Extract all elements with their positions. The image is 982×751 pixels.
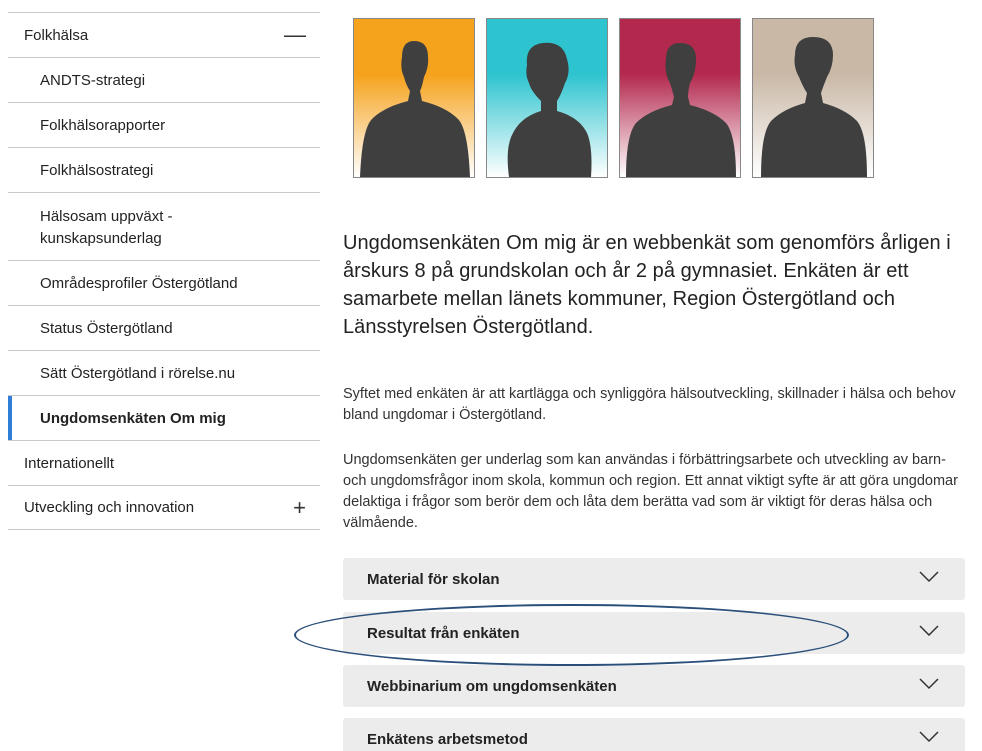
- sidebar-item-label: Områdesprofiler Östergötland: [40, 274, 238, 292]
- person-silhouette-icon: [360, 41, 470, 177]
- sidebar-item-label: Utveckling och innovation: [24, 499, 195, 516]
- accordion-resultat-fran-enkaten[interactable]: Resultat från enkäten: [343, 612, 965, 654]
- sidebar-item-label: Ungdomsenkäten Om mig: [40, 409, 226, 427]
- accordion-label: Resultat från enkäten: [367, 624, 520, 642]
- portrait-image: [619, 18, 741, 178]
- sidebar-item-label: Status Östergötland: [40, 319, 173, 337]
- sidebar-item-status-ostergotland[interactable]: Status Östergötland: [8, 305, 320, 350]
- sidebar-item-folkhalsa[interactable]: Folkhälsa —: [8, 12, 320, 57]
- sidebar-item-folkhalsorapporter[interactable]: Folkhälsorapporter: [8, 102, 320, 147]
- accordion-label: Material för skolan: [367, 570, 500, 588]
- expand-icon[interactable]: +: [293, 496, 306, 519]
- accordion-enkatens-arbetsmetod[interactable]: Enkätens arbetsmetod: [343, 718, 965, 751]
- portrait-image: [353, 18, 475, 178]
- sidebar-item-ungdomsenkaten[interactable]: Ungdomsenkäten Om mig: [8, 395, 320, 440]
- sidebar-item-label: ANDTS-strategi: [40, 71, 146, 89]
- chevron-down-icon[interactable]: [919, 571, 939, 583]
- sidebar-item-internationellt[interactable]: Internationellt: [8, 440, 320, 485]
- sidebar-item-omradesprofiler[interactable]: Områdesprofiler Östergötland: [8, 260, 320, 305]
- portrait-banner: [353, 18, 874, 178]
- sidebar-item-andts-strategi[interactable]: ANDTS-strategi: [8, 57, 320, 102]
- accordion-material-for-skolan[interactable]: Material för skolan: [343, 558, 965, 600]
- body-paragraph: Syftet med enkäten är att kartlägga och …: [343, 386, 956, 423]
- sidebar-item-label: Hälsosam uppväxt - kunskapsunderlag: [40, 207, 173, 247]
- portrait-image: [752, 18, 874, 178]
- collapse-icon[interactable]: —: [284, 24, 306, 46]
- chevron-down-icon[interactable]: [919, 625, 939, 637]
- sidebar-item-label: Folkhälsostrategi: [40, 161, 154, 179]
- person-silhouette-icon: [507, 42, 592, 177]
- sidebar-item-label: Folkhälsorapporter: [40, 116, 166, 134]
- accordion-label: Webbinarium om ungdomsenkäten: [367, 677, 617, 695]
- sidebar-item-folkhalsostrategi[interactable]: Folkhälsostrategi: [8, 147, 320, 192]
- sidebar-item-utveckling[interactable]: Utveckling och innovation +: [8, 485, 320, 530]
- chevron-down-icon[interactable]: [919, 678, 939, 690]
- sidebar-item-label: Sätt Östergötland i rörelse.nu: [40, 364, 236, 382]
- lead-paragraph: Ungdomsenkäten Om mig är en webbenkät so…: [343, 232, 951, 338]
- body-paragraph: Ungdomsenkäten ger underlag som kan anvä…: [343, 452, 958, 531]
- sidebar-item-label: Internationellt: [24, 454, 115, 472]
- sidebar-nav: Folkhälsa — ANDTS-strategi Folkhälsorapp…: [8, 12, 320, 530]
- accordion-label: Enkätens arbetsmetod: [367, 730, 528, 748]
- sidebar-item-satt-ostergotland[interactable]: Sätt Östergötland i rörelse.nu: [8, 350, 320, 395]
- accordion-webbinarium[interactable]: Webbinarium om ungdomsenkäten: [343, 665, 965, 707]
- sidebar-item-halsosam-uppvaxt[interactable]: Hälsosam uppväxt - kunskapsunderlag: [8, 192, 320, 260]
- person-silhouette-icon: [761, 37, 867, 177]
- portrait-image: [486, 18, 608, 178]
- sidebar-item-label: Folkhälsa: [24, 26, 89, 44]
- chevron-down-icon[interactable]: [919, 731, 939, 743]
- person-silhouette-icon: [626, 43, 736, 177]
